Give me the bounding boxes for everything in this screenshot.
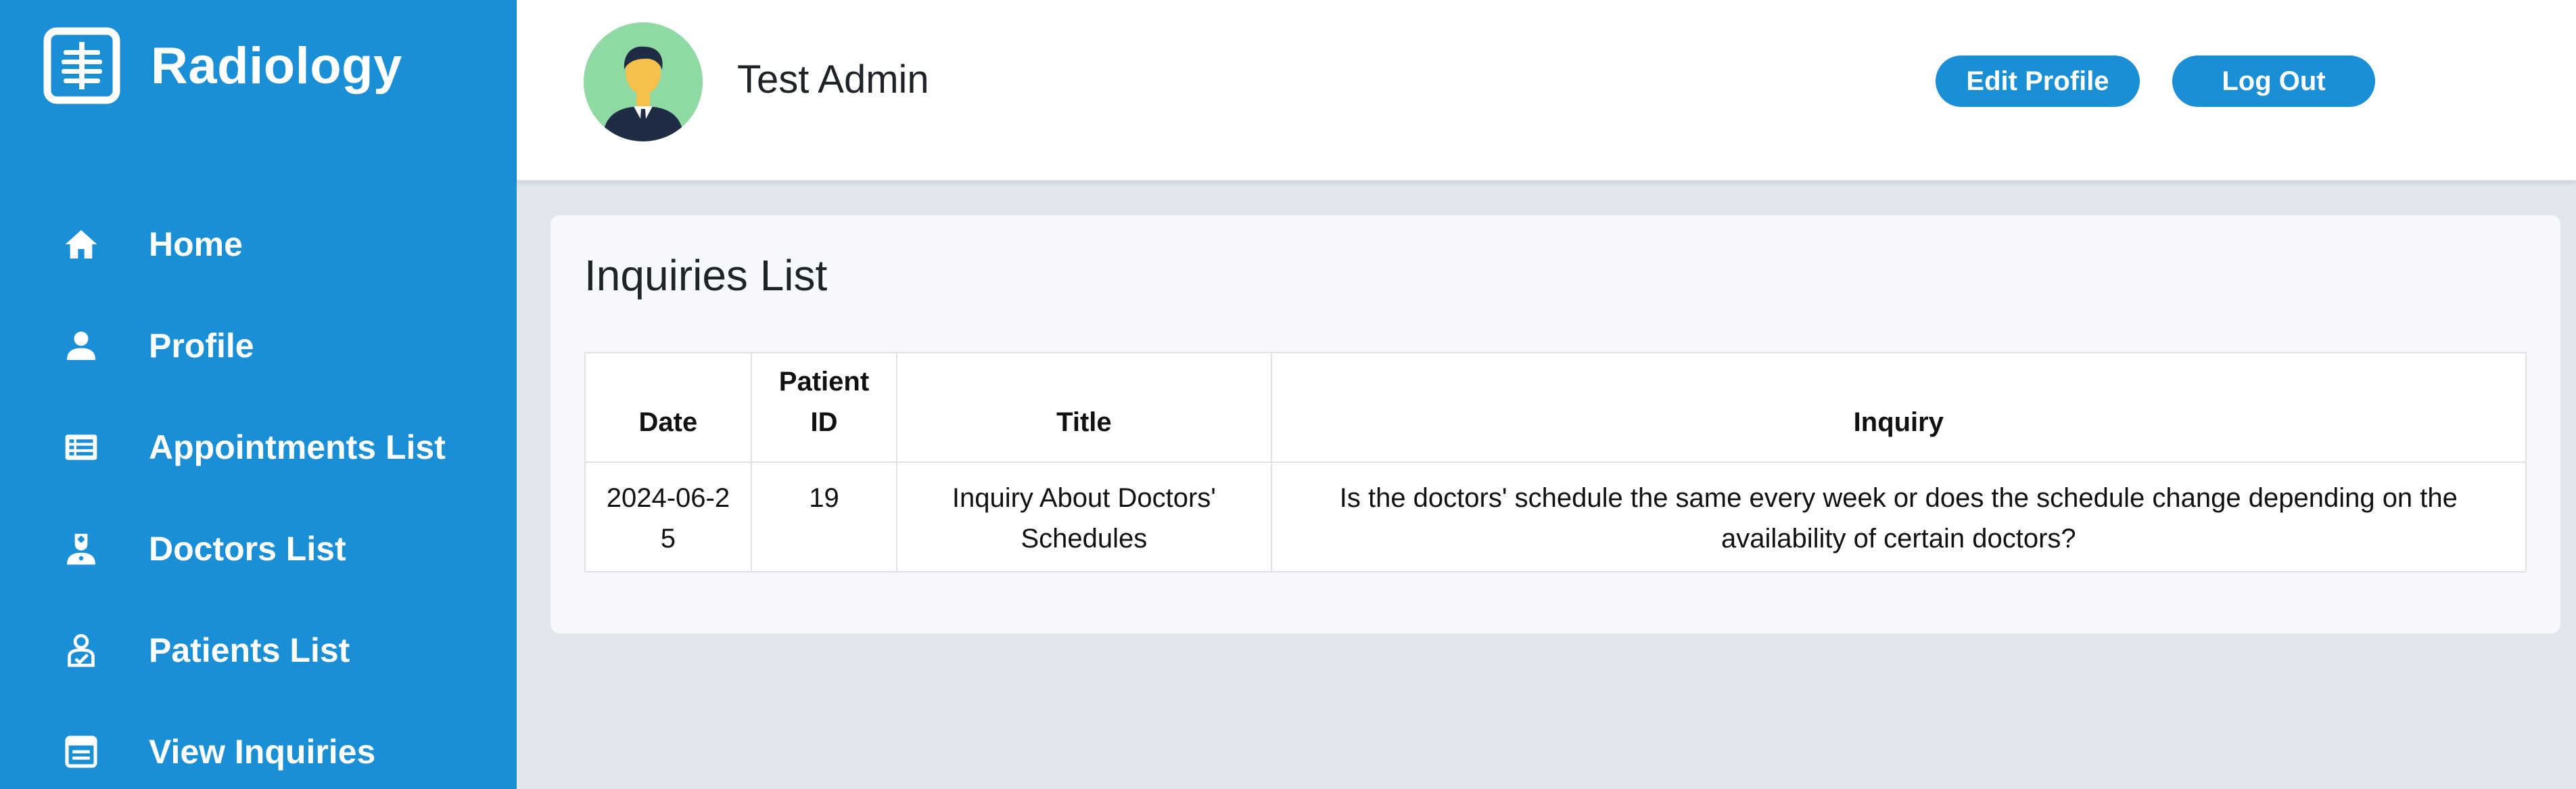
sidebar-item-doctors[interactable]: Doctors List <box>0 498 517 600</box>
list-icon <box>62 428 100 466</box>
sidebar-nav: Home Profile Appointments List Doctors L… <box>0 194 517 789</box>
patient-icon <box>62 631 100 669</box>
brand[interactable]: Radiology <box>43 27 402 104</box>
edit-profile-button[interactable]: Edit Profile <box>1936 55 2140 107</box>
cell-patient-id: 19 <box>750 461 898 572</box>
table-row: 2024-06-25 19 Inquiry About Doctors' Sch… <box>584 461 2527 572</box>
logout-button[interactable]: Log Out <box>2172 55 2375 107</box>
person-icon <box>62 327 100 365</box>
cell-title: Inquiry About Doctors' Schedules <box>896 461 1272 572</box>
sidebar: Radiology Home Profile Appointments List… <box>0 0 517 789</box>
sidebar-item-label: Home <box>149 225 243 263</box>
column-header-date: Date <box>584 352 752 463</box>
sidebar-item-label: View Inquiries <box>149 733 376 771</box>
inquiries-table: Date Patient ID Title Inquiry 2024-06-25… <box>584 352 2527 572</box>
table-header-row: Date Patient ID Title Inquiry <box>584 352 2527 463</box>
home-icon <box>62 225 100 263</box>
sidebar-item-patients[interactable]: Patients List <box>0 600 517 701</box>
cell-inquiry: Is the doctors' schedule the same every … <box>1270 461 2527 572</box>
inquiries-card: Inquiries List Date Patient ID Title Inq… <box>551 215 2560 633</box>
sidebar-item-label: Appointments List <box>149 428 446 466</box>
app-root: Radiology Home Profile Appointments List… <box>0 0 2576 789</box>
sidebar-item-appointments[interactable]: Appointments List <box>0 397 517 498</box>
brand-name: Radiology <box>151 37 402 95</box>
page-title: Inquiries List <box>584 251 828 300</box>
sidebar-item-label: Patients List <box>149 631 350 669</box>
inquiries-icon <box>62 733 100 771</box>
sidebar-item-home[interactable]: Home <box>0 194 517 295</box>
sidebar-item-inquiries[interactable]: View Inquiries <box>0 701 517 789</box>
xray-icon <box>43 27 120 104</box>
column-header-patient-id: Patient ID <box>750 352 898 463</box>
user-name: Test Admin <box>737 58 929 102</box>
column-header-title: Title <box>896 352 1272 463</box>
cell-date: 2024-06-25 <box>584 461 752 572</box>
avatar[interactable] <box>584 22 703 141</box>
sidebar-item-label: Doctors List <box>149 530 346 568</box>
sidebar-item-label: Profile <box>149 327 254 365</box>
sidebar-item-profile[interactable]: Profile <box>0 295 517 397</box>
user-avatar-icon <box>584 22 703 141</box>
column-header-inquiry: Inquiry <box>1270 352 2527 463</box>
top-header: Test Admin Edit Profile Log Out <box>517 0 2576 181</box>
doctor-icon <box>62 530 100 568</box>
